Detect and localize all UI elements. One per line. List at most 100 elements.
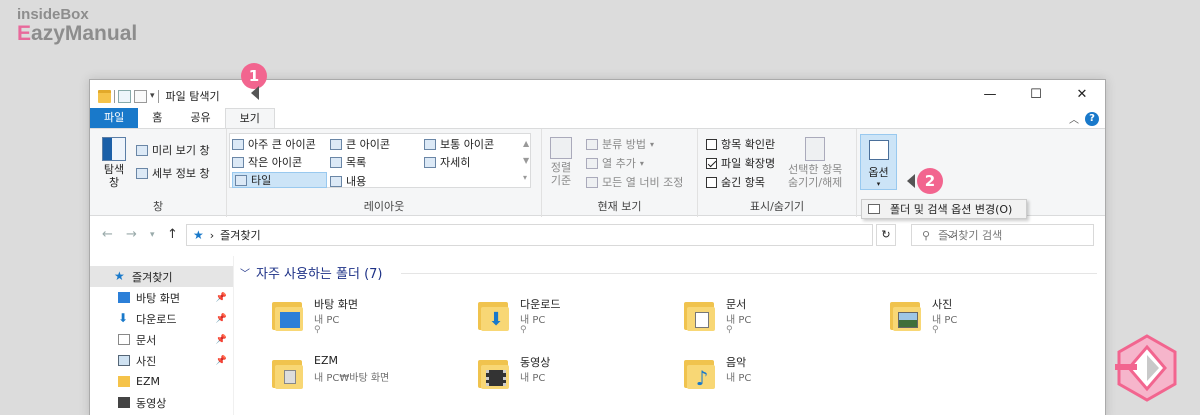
layout-small-icons[interactable]: 작은 아이콘 bbox=[232, 154, 302, 170]
size-all-columns-button[interactable]: 모든 열 너비 조정 bbox=[586, 174, 683, 190]
add-columns-icon bbox=[586, 157, 598, 169]
collapse-chevron-icon[interactable]: ﹀ bbox=[240, 265, 250, 280]
address-row: ← → ▾ ↑ ★ › 즐겨찾기 ﹀ ↻ ⚲ 즐겨찾기 검색 bbox=[90, 222, 1105, 248]
recent-dropdown-icon[interactable]: ▾ bbox=[150, 230, 155, 240]
title-bar: ▾ 파일 탐색기 — ☐ ✕ bbox=[90, 80, 1105, 108]
content-icon bbox=[330, 175, 342, 187]
pin-icon[interactable]: 📌 bbox=[216, 314, 227, 324]
folder-tile-documents[interactable]: 문서 내 PC ⚲ bbox=[684, 294, 884, 344]
video-folder-icon bbox=[478, 356, 512, 390]
nav-item-pictures[interactable]: 사진 📌 bbox=[90, 350, 233, 371]
show-hide-group: 항목 확인란 파일 확장명 숨긴 항목 선택한 항목 숨기기/해제 표시/숨기기 bbox=[698, 129, 857, 217]
pin-icon[interactable]: 📌 bbox=[216, 356, 227, 366]
breadcrumb-chevron-icon[interactable]: › bbox=[210, 229, 214, 242]
small-icons-icon bbox=[232, 156, 244, 168]
layout-content[interactable]: 내용 bbox=[330, 173, 366, 189]
folder-tile-downloads[interactable]: ⬇ 다운로드 내 PC ⚲ bbox=[478, 294, 678, 344]
hide-selected-button[interactable]: 선택한 항목 숨기기/해제 bbox=[788, 137, 842, 189]
options-menu-item[interactable]: 폴더 및 검색 옵션 변경(O) bbox=[861, 199, 1027, 219]
brand-bottom-text: EazyManual bbox=[17, 23, 137, 44]
forward-button[interactable]: → bbox=[126, 227, 137, 242]
pane-splitter[interactable] bbox=[233, 256, 234, 415]
breadcrumb[interactable]: 즐겨찾기 bbox=[220, 227, 260, 243]
folder-name: 다운로드 bbox=[520, 298, 561, 311]
back-button[interactable]: ← bbox=[102, 227, 113, 242]
new-folder-icon[interactable] bbox=[134, 89, 147, 103]
search-input[interactable]: ⚲ 즐겨찾기 검색 bbox=[911, 224, 1094, 246]
minimize-button[interactable]: — bbox=[967, 80, 1013, 108]
pane-group-label: 창 bbox=[152, 200, 164, 213]
nav-item-videos[interactable]: 동영상 bbox=[90, 392, 233, 413]
hidden-items-toggle[interactable]: 숨긴 항목 bbox=[706, 174, 765, 190]
hide-selected-label: 선택한 항목 숨기기/해제 bbox=[788, 163, 843, 189]
separator bbox=[157, 89, 159, 103]
refresh-button[interactable]: ↻ bbox=[876, 224, 896, 246]
sort-by-button[interactable]: 정렬 기준 bbox=[550, 137, 572, 187]
details-icon bbox=[424, 156, 436, 168]
frequent-folders-header[interactable]: ﹀ 자주 사용하는 폴더 (7) bbox=[240, 263, 383, 282]
tab-file[interactable]: 파일 bbox=[90, 108, 139, 128]
folder-tile-pictures[interactable]: 사진 내 PC ⚲ bbox=[890, 294, 1090, 344]
qat-dropdown-icon[interactable]: ▾ bbox=[150, 91, 155, 101]
folder-location: 내 PC bbox=[314, 315, 340, 326]
pin-icon[interactable]: 📌 bbox=[216, 335, 227, 345]
help-icon[interactable]: ? bbox=[1085, 111, 1099, 126]
brand-logo: insideBox EazyManual bbox=[17, 6, 137, 44]
folder-location: 내 PC₩바탕 화면 bbox=[314, 373, 390, 384]
hidden-items-label: 숨긴 항목 bbox=[721, 176, 765, 189]
properties-icon[interactable] bbox=[118, 89, 131, 103]
document-folder-icon bbox=[684, 298, 718, 332]
details-pane-label: 세부 정보 창 bbox=[152, 167, 210, 180]
close-button[interactable]: ✕ bbox=[1059, 80, 1105, 108]
show-hide-group-label: 표시/숨기기 bbox=[749, 200, 805, 213]
collapse-ribbon-icon[interactable]: ︿ bbox=[1069, 111, 1079, 126]
item-checkboxes-checkbox[interactable] bbox=[706, 138, 717, 150]
pin-icon: ⚲ bbox=[520, 325, 527, 335]
add-columns-button[interactable]: 열 추가 ▾ bbox=[586, 155, 644, 171]
layout-details[interactable]: 자세히 bbox=[424, 154, 470, 170]
layout-list[interactable]: 목록 bbox=[330, 154, 366, 170]
file-extensions-toggle[interactable]: 파일 확장명 bbox=[706, 155, 775, 171]
folder-tile-desktop[interactable]: 바탕 화면 내 PC ⚲ bbox=[272, 294, 472, 344]
preview-pane-icon bbox=[136, 144, 148, 156]
tab-home[interactable]: 홈 bbox=[138, 108, 176, 128]
nav-item-ezm[interactable]: EZM bbox=[90, 371, 233, 392]
navigation-pane: ★ 즐겨찾기 바탕 화면 📌 ⬇ 다운로드 📌 문서 📌 사진 📌 EZM 동영상 bbox=[90, 266, 233, 415]
nav-item-favorites[interactable]: ★ 즐겨찾기 bbox=[90, 266, 233, 287]
group-by-button[interactable]: 분류 방법 ▾ bbox=[586, 136, 654, 152]
nav-item-downloads[interactable]: ⬇ 다운로드 📌 bbox=[90, 308, 233, 329]
folder-tile-videos[interactable]: 동영상 내 PC bbox=[478, 352, 678, 402]
folder-tile-ezm[interactable]: EZM 내 PC₩바탕 화면 bbox=[272, 352, 472, 402]
layout-extra-large-icons[interactable]: 아주 큰 아이콘 bbox=[232, 136, 316, 152]
ribbon-tabs: 파일 홈 공유 보기 ︿ ? bbox=[90, 108, 1105, 128]
content-label: 내용 bbox=[346, 175, 367, 188]
nav-item-desktop[interactable]: 바탕 화면 📌 bbox=[90, 287, 233, 308]
folder-location: 내 PC bbox=[520, 315, 546, 326]
item-checkboxes-label: 항목 확인란 bbox=[721, 138, 776, 151]
pin-icon[interactable]: 📌 bbox=[216, 293, 227, 303]
star-icon: ★ bbox=[114, 269, 125, 283]
nav-item-documents[interactable]: 문서 📌 bbox=[90, 329, 233, 350]
layout-tiles[interactable]: 타일 bbox=[232, 172, 327, 188]
preview-pane-button[interactable]: 미리 보기 창 bbox=[136, 142, 210, 158]
maximize-button[interactable]: ☐ bbox=[1013, 80, 1059, 108]
extra-large-icons-icon bbox=[232, 138, 244, 150]
item-checkboxes-toggle[interactable]: 항목 확인란 bbox=[706, 136, 775, 152]
folder-tile-music[interactable]: ♪ 음악 내 PC bbox=[684, 352, 884, 402]
file-extensions-checkbox[interactable] bbox=[706, 157, 717, 169]
up-button[interactable]: ↑ bbox=[167, 227, 178, 242]
tab-view[interactable]: 보기 bbox=[224, 108, 275, 128]
address-bar[interactable]: ★ › 즐겨찾기 ﹀ bbox=[186, 224, 957, 246]
tab-share[interactable]: 공유 bbox=[176, 108, 224, 128]
layout-scroll[interactable]: ▲ ▼ ▾ bbox=[523, 135, 529, 186]
layout-group: 아주 큰 아이콘 큰 아이콘 보통 아이콘 작은 아이콘 목록 자세히 타일 내… bbox=[227, 129, 542, 217]
size-all-columns-label: 모든 열 너비 조정 bbox=[602, 176, 684, 189]
details-pane-button[interactable]: 세부 정보 창 bbox=[136, 165, 210, 181]
folder-icon bbox=[118, 376, 130, 387]
layout-medium-icons[interactable]: 보통 아이콘 bbox=[424, 136, 494, 152]
hidden-items-checkbox[interactable] bbox=[706, 176, 717, 188]
options-button[interactable]: 옵션 ▾ bbox=[860, 134, 897, 190]
layout-large-icons[interactable]: 큰 아이콘 bbox=[330, 136, 390, 152]
navigation-pane-button[interactable]: 탐색 창 bbox=[102, 137, 126, 189]
tiles-icon bbox=[235, 174, 247, 186]
